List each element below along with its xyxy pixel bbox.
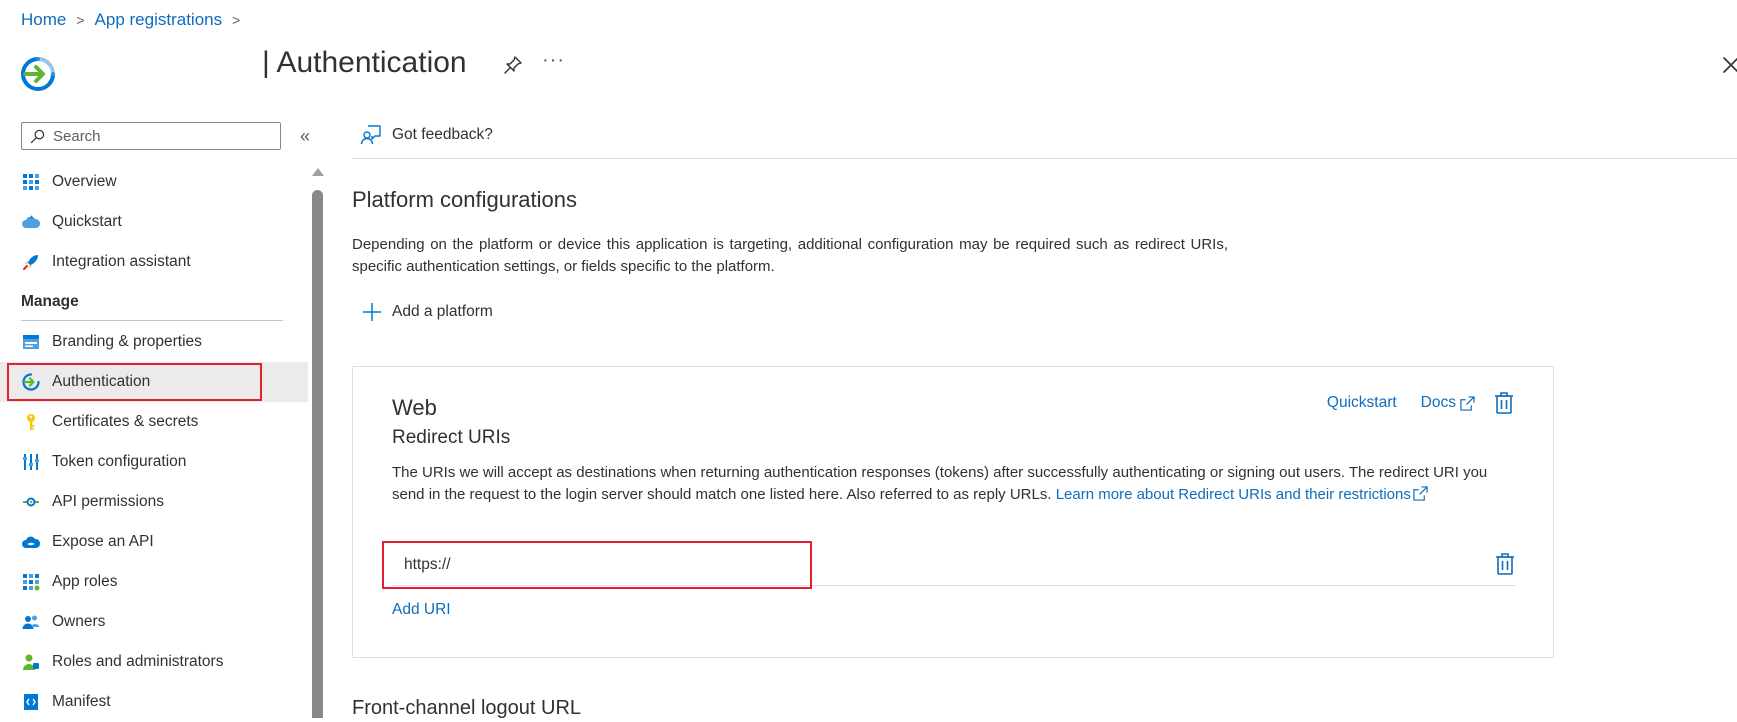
- sidebar-item-roles-administrators[interactable]: Roles and administrators: [0, 642, 308, 682]
- page-title: | Authentication: [262, 46, 467, 79]
- add-platform-label: Add a platform: [392, 303, 493, 320]
- external-link-icon: [1413, 486, 1428, 501]
- redirect-uri-field[interactable]: [382, 541, 812, 589]
- web-card-actions: Quickstart Docs: [1303, 391, 1515, 415]
- chevron-right-icon: >: [232, 12, 241, 28]
- sidebar-search[interactable]: [21, 122, 281, 150]
- sidebar-item-api-permissions[interactable]: API permissions: [0, 482, 308, 522]
- rocket-icon: [23, 255, 38, 270]
- add-uri-link[interactable]: Add URI: [392, 601, 451, 619]
- sidebar-nav: Overview Quickstart Integration assistan…: [0, 162, 308, 722]
- key-icon: [27, 414, 35, 430]
- cloud-api-icon: [22, 536, 40, 548]
- feedback-icon: [360, 125, 381, 145]
- sidebar-item-label: Certificates & secrets: [52, 413, 199, 430]
- sidebar-item-certificates-secrets[interactable]: Certificates & secrets: [0, 402, 308, 442]
- front-channel-logout-title: Front-channel logout URL: [352, 697, 582, 719]
- feedback-label: Got feedback?: [392, 126, 493, 143]
- sidebar-item-label: Manifest: [52, 693, 111, 710]
- sidebar-item-authentication[interactable]: Authentication: [0, 362, 308, 402]
- sidebar-item-label: Token configuration: [52, 453, 187, 470]
- delete-uri-trash-icon[interactable]: [1494, 552, 1516, 576]
- breadcrumb-app-registrations[interactable]: App registrations: [95, 10, 223, 30]
- learn-more-label: Learn more about Redirect URIs and their…: [1055, 486, 1411, 503]
- sidebar-section-manage: Manage: [0, 282, 308, 322]
- close-icon[interactable]: [1722, 56, 1737, 74]
- token-bars-icon: [23, 454, 39, 470]
- redirect-uris-description: The URIs we will accept as destinations …: [392, 462, 1512, 506]
- sidebar-item-label: Owners: [52, 613, 106, 630]
- add-platform-button[interactable]: Add a platform: [362, 302, 493, 322]
- sidebar-item-expose-an-api[interactable]: Expose an API: [0, 522, 308, 562]
- external-link-icon: [1460, 395, 1475, 411]
- sidebar-scrollbar[interactable]: [312, 190, 323, 718]
- manifest-icon: [24, 694, 38, 710]
- sidebar-item-token-configuration[interactable]: Token configuration: [0, 442, 308, 482]
- sidebar-item-overview[interactable]: Overview: [0, 162, 308, 202]
- sidebar-item-integration-assistant[interactable]: Integration assistant: [0, 242, 308, 282]
- search-input[interactable]: [51, 126, 275, 146]
- feedback-button[interactable]: Got feedback?: [360, 124, 493, 146]
- redirect-uri-row: [382, 541, 1516, 589]
- toolbar-divider: [352, 158, 1737, 159]
- sidebar-item-app-roles[interactable]: App roles: [0, 562, 308, 602]
- search-icon: [30, 129, 45, 143]
- app-roles-grid-icon: [23, 574, 40, 591]
- api-permissions-icon: [23, 497, 39, 507]
- sidebar-item-label: Quickstart: [52, 213, 122, 230]
- owners-icon: [22, 615, 40, 629]
- delete-platform-trash-icon[interactable]: [1493, 391, 1515, 415]
- roles-admin-icon: [23, 654, 39, 670]
- sidebar-item-label: Integration assistant: [52, 253, 191, 270]
- redirect-uris-subtitle: Redirect URIs: [392, 427, 511, 448]
- docs-link-label: Docs: [1420, 394, 1456, 411]
- branding-icon: [23, 335, 39, 349]
- sidebar-item-quickstart[interactable]: Quickstart: [0, 202, 308, 242]
- pin-icon[interactable]: [503, 55, 523, 75]
- sidebar-item-label: App roles: [52, 573, 118, 590]
- more-options-icon[interactable]: ···: [542, 49, 565, 72]
- sidebar-item-label: Expose an API: [52, 533, 154, 550]
- overview-grid-icon: [23, 174, 39, 190]
- sidebar-item-label: Authentication: [52, 373, 151, 390]
- sidebar-item-branding-properties[interactable]: Branding & properties: [0, 322, 308, 362]
- plus-icon: [363, 303, 381, 321]
- cloud-quickstart-icon: [22, 215, 40, 228]
- authentication-icon: [22, 373, 40, 391]
- learn-more-redirect-uris-link[interactable]: Learn more about Redirect URIs and their…: [1056, 486, 1428, 503]
- app-authentication-icon: [21, 57, 55, 91]
- sidebar-item-label: API permissions: [52, 493, 164, 510]
- collapse-sidebar-icon[interactable]: «: [300, 126, 310, 147]
- docs-link[interactable]: Docs: [1421, 394, 1475, 412]
- web-card-title: Web: [392, 395, 437, 420]
- breadcrumb: Home > App registrations >: [21, 10, 250, 30]
- sidebar-item-label: Branding & properties: [52, 333, 202, 350]
- chevron-right-icon: >: [76, 12, 85, 28]
- platform-configurations-title: Platform configurations: [352, 187, 577, 212]
- redirect-uri-input[interactable]: [402, 555, 786, 575]
- sidebar-item-label: Roles and administrators: [52, 653, 224, 670]
- breadcrumb-home[interactable]: Home: [21, 10, 66, 30]
- sidebar-item-owners[interactable]: Owners: [0, 602, 308, 642]
- scroll-up-arrow-icon[interactable]: [312, 168, 324, 176]
- sidebar-item-manifest[interactable]: Manifest: [0, 682, 308, 722]
- quickstart-link[interactable]: Quickstart: [1327, 394, 1397, 412]
- web-platform-card: Web Redirect URIs Quickstart Docs The UR…: [352, 366, 1554, 658]
- platform-configurations-description: Depending on the platform or device this…: [352, 236, 1228, 275]
- sidebar-item-label: Overview: [52, 173, 117, 190]
